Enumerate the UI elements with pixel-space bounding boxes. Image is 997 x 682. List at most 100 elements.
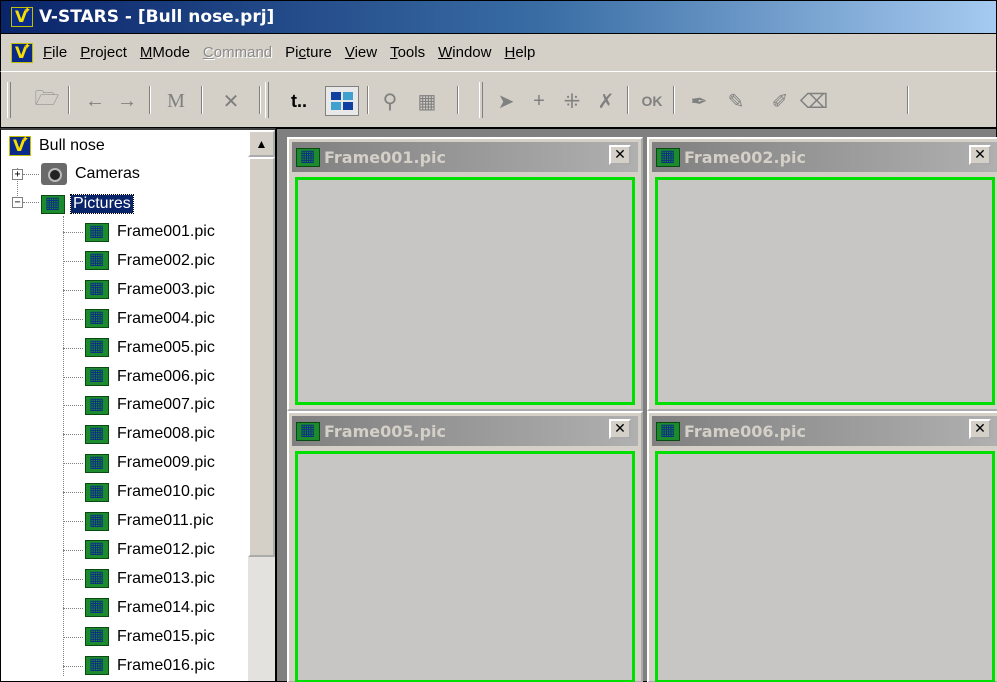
picture-window-frame006[interactable]: Frame006.pic ✕ bbox=[647, 411, 997, 682]
toolbar-grip[interactable] bbox=[265, 82, 269, 118]
tree-node-frame[interactable]: Frame008.pic bbox=[85, 420, 217, 448]
open-icon[interactable]: 🗁 bbox=[31, 86, 63, 116]
tree-node-cameras[interactable]: Cameras bbox=[41, 160, 142, 188]
cancel-measure-icon[interactable]: ✕ bbox=[213, 86, 249, 116]
picture-window-frame005[interactable]: Frame005.pic ✕ bbox=[287, 411, 643, 682]
zoom-icon[interactable]: ⚲ bbox=[375, 86, 405, 116]
picture-icon bbox=[85, 567, 109, 589]
tree-node-frame[interactable]: Frame003.pic bbox=[85, 276, 217, 304]
ok-icon[interactable]: OK bbox=[635, 86, 669, 116]
scroll-thumb[interactable] bbox=[248, 157, 275, 557]
tree-node-frame[interactable]: Frame016.pic bbox=[85, 652, 217, 680]
crosshair-icon[interactable]: + bbox=[525, 86, 553, 116]
tree-line bbox=[63, 318, 83, 320]
picture-window-titlebar[interactable]: Frame005.pic bbox=[292, 416, 638, 446]
close-icon[interactable]: ✕ bbox=[609, 145, 631, 165]
picture-window-titlebar[interactable]: Frame001.pic bbox=[292, 142, 638, 172]
picture-icon bbox=[85, 510, 109, 531]
tree-node-frame[interactable]: Frame010.pic bbox=[85, 478, 217, 506]
picture-view[interactable] bbox=[295, 451, 635, 682]
menu-tools[interactable]: Tools bbox=[390, 44, 425, 61]
tree-node-frame[interactable]: Frame015.pic bbox=[85, 623, 217, 651]
tree-line bbox=[63, 347, 83, 349]
tree-line bbox=[63, 376, 83, 378]
tree-node-frame[interactable]: Frame002.pic bbox=[85, 247, 217, 275]
picture-view-icon[interactable] bbox=[325, 86, 359, 116]
picture-icon bbox=[85, 394, 109, 415]
scroll-up-icon[interactable]: ▲ bbox=[248, 130, 275, 157]
picture-view[interactable] bbox=[655, 177, 995, 405]
picture-window-title: Frame006.pic bbox=[684, 421, 807, 441]
tree-node-pictures[interactable]: Pictures bbox=[41, 190, 134, 218]
close-icon[interactable]: ✕ bbox=[969, 419, 991, 439]
picture-icon bbox=[85, 625, 109, 647]
tree-node-frame[interactable]: Frame011.pic bbox=[85, 507, 216, 535]
picture-view[interactable] bbox=[295, 177, 635, 405]
picture-icon bbox=[85, 365, 109, 386]
menu-mmode[interactable]: MMode bbox=[140, 44, 190, 61]
tree-node-frame[interactable]: Frame013.pic bbox=[85, 565, 217, 593]
tree-node-frame[interactable]: Frame001.pic bbox=[85, 218, 217, 246]
title-bar: V ✦ V-STARS - [Bull nose.prj] bbox=[0, 0, 997, 34]
expand-cameras-icon[interactable]: + bbox=[12, 169, 23, 180]
menu-file[interactable]: File bbox=[43, 44, 67, 61]
picture-view[interactable] bbox=[655, 451, 995, 682]
toolbar-separator bbox=[673, 86, 675, 114]
multi-crosshair-icon[interactable]: ⁜ bbox=[557, 86, 587, 116]
tree-node-label: Frame005.pic bbox=[117, 338, 215, 356]
tree-node-frame[interactable]: Frame007.pic bbox=[85, 391, 217, 419]
picture-window-titlebar[interactable]: Frame006.pic bbox=[652, 416, 997, 446]
mdi-workspace: Frame001.pic ✕ Frame002.pic ✕ Frame005.p… bbox=[276, 128, 997, 682]
v-stars-app-icon: V ✦ bbox=[11, 5, 33, 27]
toolbar-separator bbox=[907, 86, 909, 114]
menu-picture[interactable]: Picture bbox=[285, 44, 332, 61]
tree-node-label: Pictures bbox=[70, 194, 134, 214]
project-tree[interactable]: V✦ Bull nose + Cameras − Pictures Frame0… bbox=[0, 128, 276, 682]
measure-m-icon[interactable]: M bbox=[161, 86, 191, 116]
close-icon[interactable]: ✕ bbox=[609, 419, 631, 439]
menu-project[interactable]: Project bbox=[80, 44, 127, 61]
toolbar-grip[interactable] bbox=[7, 82, 11, 118]
tree-line bbox=[63, 636, 83, 638]
close-icon[interactable]: ✕ bbox=[969, 145, 991, 165]
menu-window[interactable]: Window bbox=[438, 44, 491, 61]
picture-window-frame001[interactable]: Frame001.pic ✕ bbox=[287, 137, 643, 411]
toolbar-grip[interactable] bbox=[479, 82, 483, 118]
picture-icon bbox=[85, 307, 109, 329]
picture-icon bbox=[296, 146, 320, 167]
tree-node-frame[interactable]: Frame006.pic bbox=[85, 363, 217, 391]
menu-command[interactable]: Command bbox=[203, 44, 272, 61]
tree-node-frame[interactable]: Frame012.pic bbox=[85, 536, 217, 564]
collapse-pictures-icon[interactable]: − bbox=[12, 197, 23, 208]
tree-node-root[interactable]: V ✦ Bull nose bbox=[9, 132, 107, 160]
tree-node-frame[interactable]: Frame014.pic bbox=[85, 594, 217, 622]
tree-line bbox=[63, 232, 83, 233]
picture-window-titlebar[interactable]: Frame002.pic bbox=[652, 142, 997, 172]
menu-view[interactable]: View bbox=[345, 44, 377, 61]
tree-node-label: Frame001.pic bbox=[117, 223, 215, 240]
delete-point-icon[interactable]: ✗ bbox=[591, 86, 621, 116]
tree-line bbox=[23, 202, 39, 203]
forward-arrow-icon[interactable]: → bbox=[113, 86, 141, 116]
tree-node-frame[interactable]: Frame005.pic bbox=[85, 334, 217, 362]
edit-pen-icon[interactable]: ✐ bbox=[765, 86, 795, 116]
tree-node-frame[interactable]: Frame004.pic bbox=[85, 305, 217, 333]
picture-window-frame002[interactable]: Frame002.pic ✕ bbox=[647, 137, 997, 411]
pointer-icon[interactable]: ➤ bbox=[493, 86, 519, 116]
tree-node-frame[interactable]: Frame009.pic bbox=[85, 449, 217, 477]
menu-help[interactable]: Help bbox=[504, 44, 535, 61]
tree-line bbox=[63, 260, 83, 262]
eraser-icon[interactable]: ⌫ bbox=[799, 86, 829, 116]
tree-scrollbar[interactable]: ▲ bbox=[248, 130, 275, 681]
target-t-icon[interactable]: t.. bbox=[281, 86, 317, 116]
tree-node-label: Frame012.pic bbox=[117, 540, 215, 558]
document-system-menu-icon[interactable]: V ✦ bbox=[11, 41, 33, 63]
pen-icon[interactable]: ✒ bbox=[681, 86, 717, 116]
tree-node-label: Frame010.pic bbox=[117, 483, 215, 501]
pencil-icon[interactable]: ✎ bbox=[721, 86, 751, 116]
picture-icon bbox=[85, 596, 109, 618]
grid-icon[interactable]: ▦ bbox=[411, 86, 443, 116]
back-arrow-icon[interactable]: ← bbox=[81, 86, 109, 116]
tree-node-label: Frame008.pic bbox=[117, 425, 215, 443]
picture-icon bbox=[85, 278, 109, 300]
